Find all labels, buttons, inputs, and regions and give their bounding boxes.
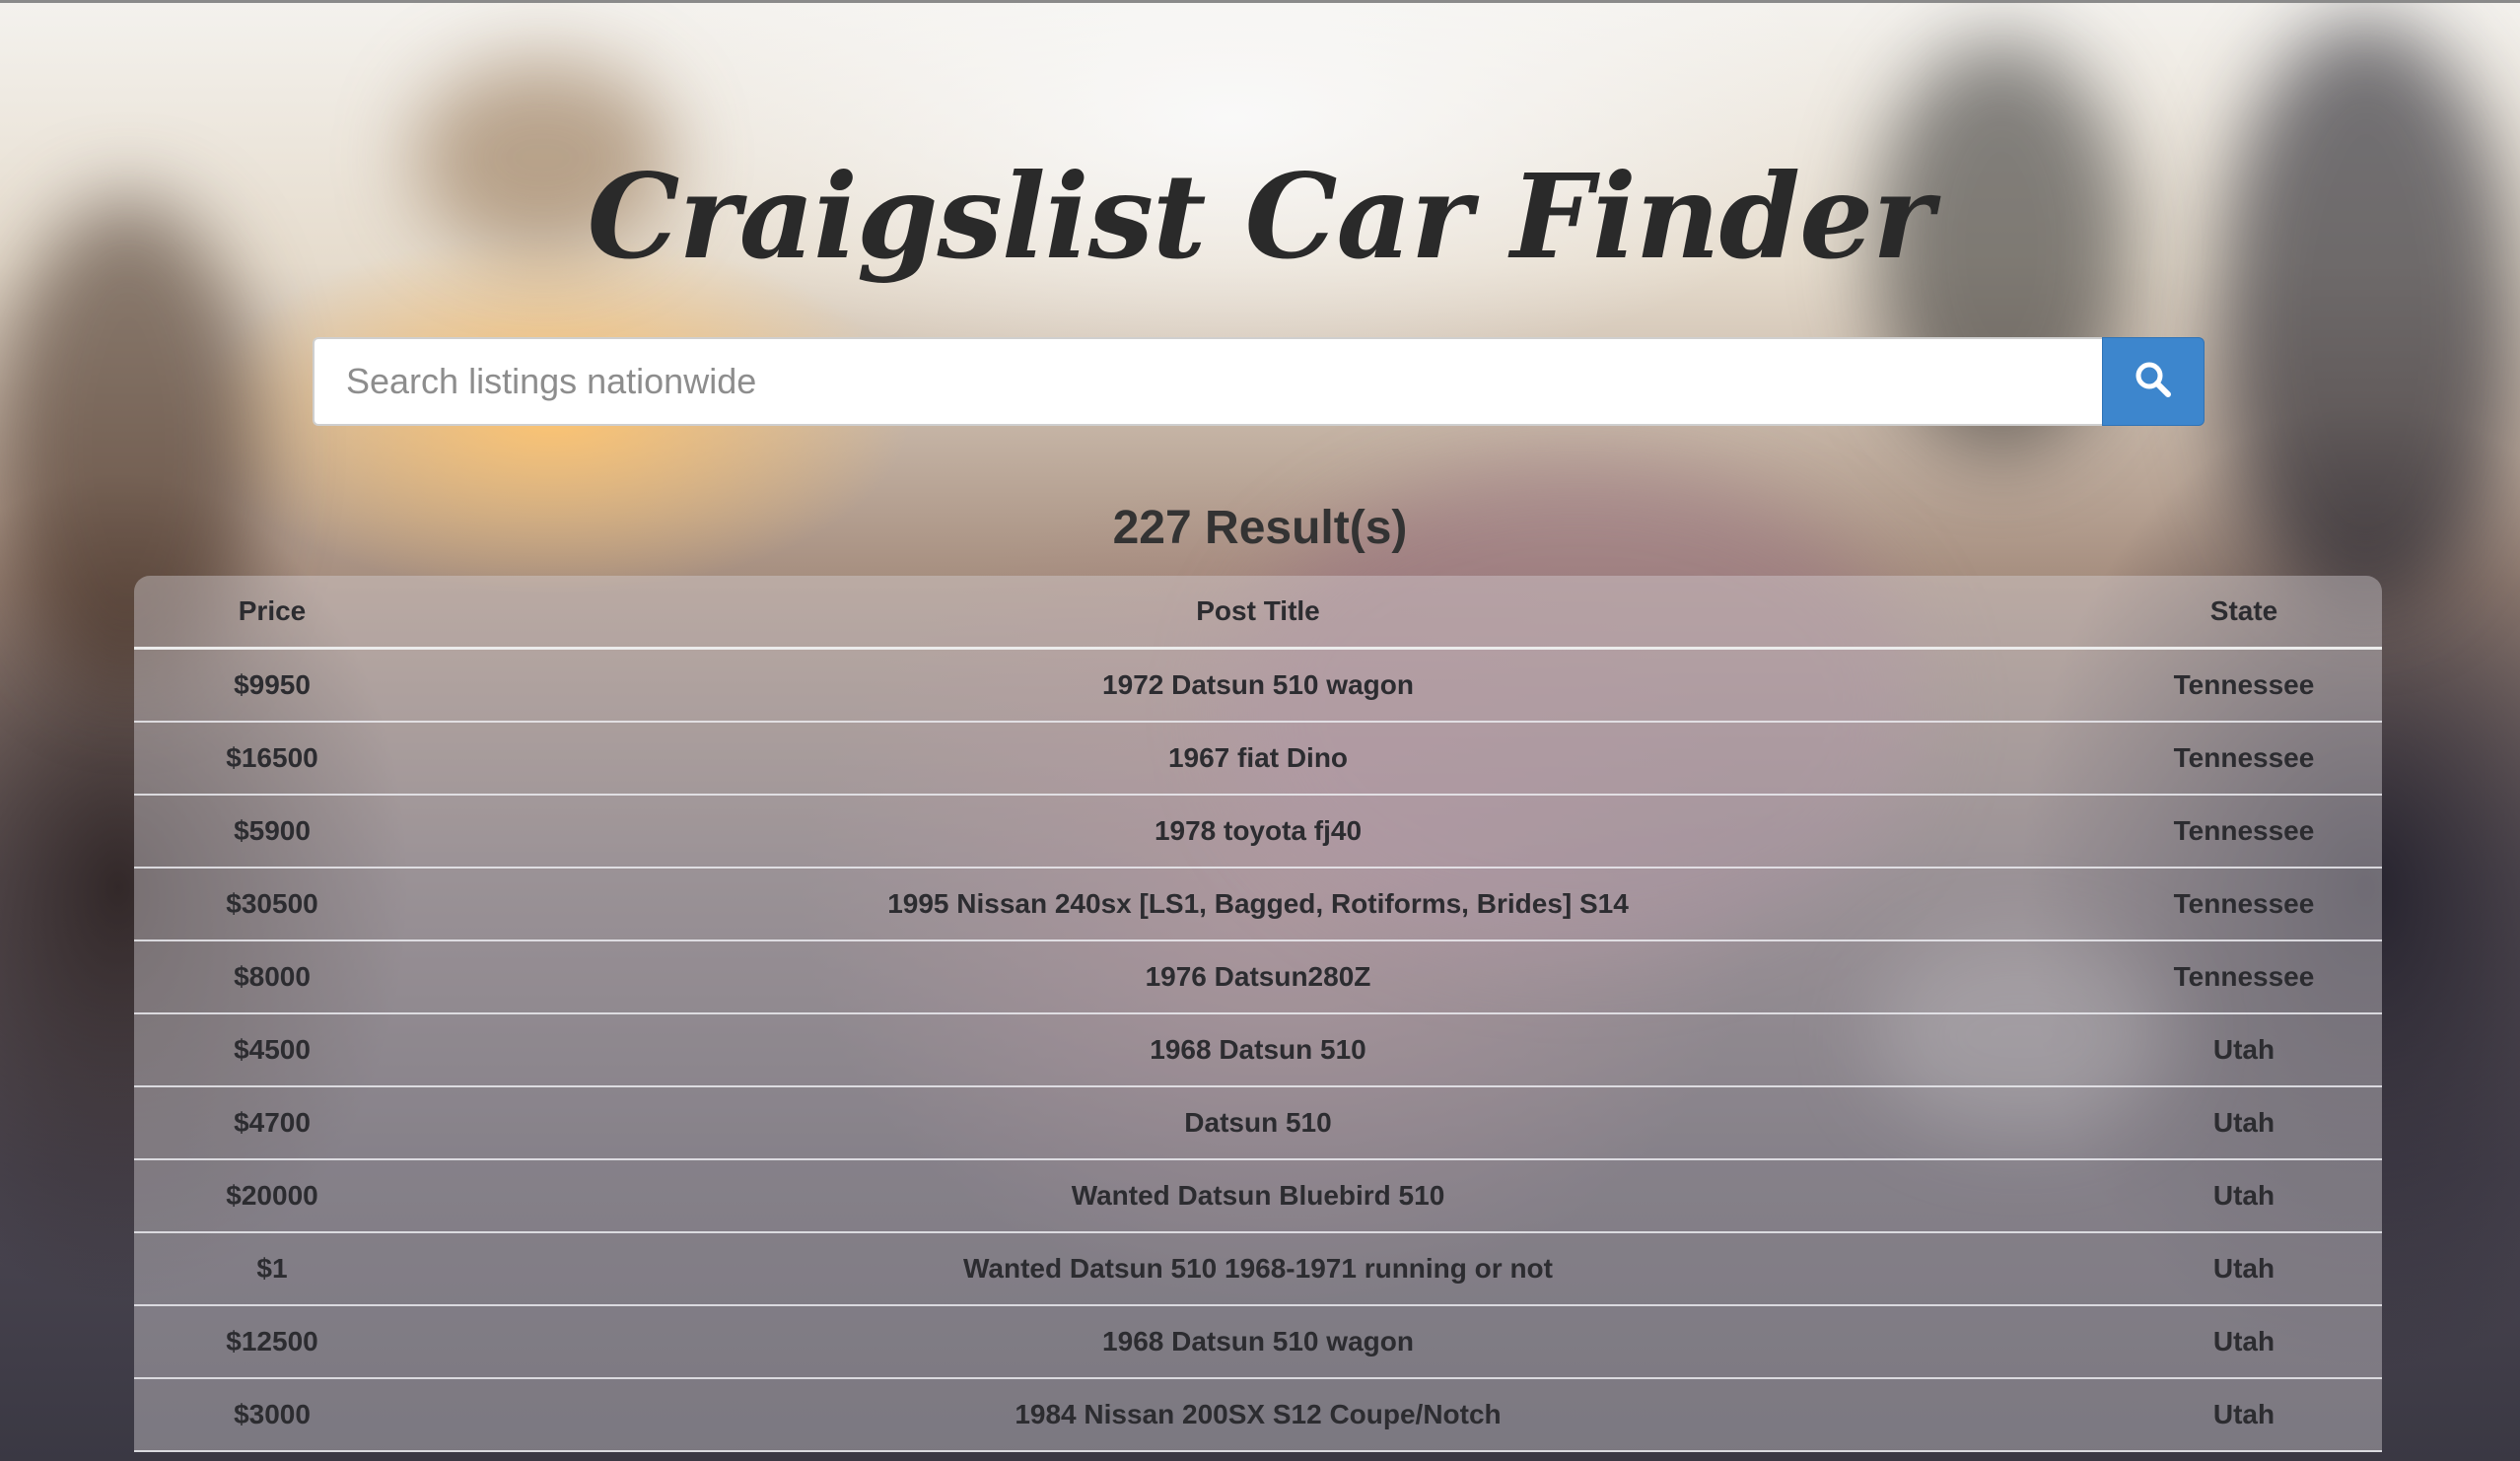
cell-state: Utah bbox=[2106, 1013, 2382, 1087]
cell-post-title[interactable]: 1968 Datsun 510 bbox=[410, 1013, 2106, 1087]
cell-price: $1 bbox=[134, 1232, 410, 1306]
cell-post-title[interactable]: Datsun 510 bbox=[410, 1086, 2106, 1160]
column-header-post-title[interactable]: Post Title bbox=[410, 576, 2106, 650]
results-table-container: Price Post Title State $9950 1972 Datsun… bbox=[134, 576, 2382, 1452]
cell-post-title[interactable]: 1995 Nissan 240sx [LS1, Bagged, Rotiform… bbox=[410, 868, 2106, 941]
search-button[interactable] bbox=[2102, 337, 2205, 426]
cell-state: Tennessee bbox=[2106, 940, 2382, 1014]
cell-post-title[interactable]: 1972 Datsun 510 wagon bbox=[410, 648, 2106, 723]
cell-post-title[interactable]: 1976 Datsun280Z bbox=[410, 940, 2106, 1014]
cell-post-title[interactable]: 1984 Nissan 200SX S12 Coupe/Notch bbox=[410, 1378, 2106, 1452]
cell-price: $3000 bbox=[134, 1378, 410, 1452]
cell-state: Utah bbox=[2106, 1378, 2382, 1452]
search-icon bbox=[2134, 360, 2173, 404]
cell-post-title[interactable]: Wanted Datsun Bluebird 510 bbox=[410, 1159, 2106, 1233]
cell-price: $9950 bbox=[134, 648, 410, 723]
cell-state: Tennessee bbox=[2106, 795, 2382, 869]
column-header-state[interactable]: State bbox=[2106, 576, 2382, 650]
cell-price: $4500 bbox=[134, 1013, 410, 1087]
table-row[interactable]: $1 Wanted Datsun 510 1968-1971 running o… bbox=[134, 1232, 2382, 1306]
cell-state: Tennessee bbox=[2106, 868, 2382, 941]
cell-price: $30500 bbox=[134, 868, 410, 941]
table-row[interactable]: $8000 1976 Datsun280Z Tennessee bbox=[134, 940, 2382, 1014]
cell-price: $4700 bbox=[134, 1086, 410, 1160]
table-row[interactable]: $16500 1967 fiat Dino Tennessee bbox=[134, 722, 2382, 796]
table-row[interactable]: $4500 1968 Datsun 510 Utah bbox=[134, 1013, 2382, 1087]
search-input[interactable] bbox=[313, 337, 2102, 426]
cell-price: $5900 bbox=[134, 795, 410, 869]
table-row[interactable]: $3000 1984 Nissan 200SX S12 Coupe/Notch … bbox=[134, 1378, 2382, 1452]
table-row[interactable]: $4700 Datsun 510 Utah bbox=[134, 1086, 2382, 1160]
cell-post-title[interactable]: 1967 fiat Dino bbox=[410, 722, 2106, 796]
cell-price: $16500 bbox=[134, 722, 410, 796]
results-count: 227 Result(s) bbox=[1112, 502, 1408, 554]
window-top-border bbox=[0, 0, 2520, 3]
cell-state: Utah bbox=[2106, 1232, 2382, 1306]
table-row[interactable]: $9950 1972 Datsun 510 wagon Tennessee bbox=[134, 648, 2382, 723]
column-header-price[interactable]: Price bbox=[134, 576, 410, 650]
table-row[interactable]: $12500 1968 Datsun 510 wagon Utah bbox=[134, 1305, 2382, 1379]
cell-state: Utah bbox=[2106, 1305, 2382, 1379]
cell-state: Utah bbox=[2106, 1086, 2382, 1160]
cell-price: $20000 bbox=[134, 1159, 410, 1233]
cell-price: $8000 bbox=[134, 940, 410, 1014]
cell-state: Utah bbox=[2106, 1159, 2382, 1233]
cell-post-title[interactable]: 1968 Datsun 510 wagon bbox=[410, 1305, 2106, 1379]
results-table: Price Post Title State $9950 1972 Datsun… bbox=[134, 576, 2382, 1452]
search-bar bbox=[313, 337, 2205, 426]
cell-state: Tennessee bbox=[2106, 722, 2382, 796]
table-row[interactable]: $20000 Wanted Datsun Bluebird 510 Utah bbox=[134, 1159, 2382, 1233]
cell-post-title[interactable]: 1978 toyota fj40 bbox=[410, 795, 2106, 869]
page-title: Craigslist Car Finder bbox=[587, 148, 1934, 285]
table-row[interactable]: $5900 1978 toyota fj40 Tennessee bbox=[134, 795, 2382, 869]
cell-price: $12500 bbox=[134, 1305, 410, 1379]
table-row[interactable]: $30500 1995 Nissan 240sx [LS1, Bagged, R… bbox=[134, 868, 2382, 941]
cell-state: Tennessee bbox=[2106, 648, 2382, 723]
table-header-row: Price Post Title State bbox=[134, 576, 2382, 650]
cell-post-title[interactable]: Wanted Datsun 510 1968-1971 running or n… bbox=[410, 1232, 2106, 1306]
